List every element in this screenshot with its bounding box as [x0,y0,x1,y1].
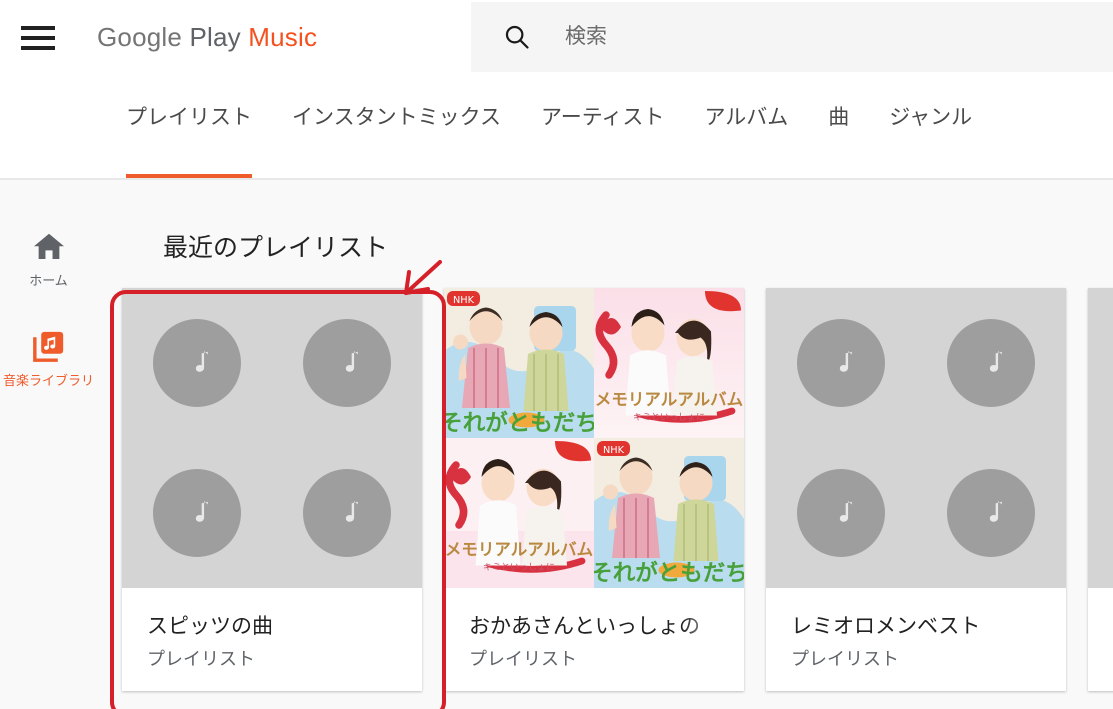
left-sidebar: ホーム 音楽ライブラリ [0,180,97,709]
hamburger-bar-3 [21,45,55,50]
svg-text:キミといっしょに: キミといっしょに [633,412,705,423]
sidebar-item-home[interactable]: ホーム [0,227,97,290]
tab-artists[interactable]: アーティスト [541,75,664,178]
svg-text:キミといっしょに: キミといっしょに [483,562,555,573]
playlist-title: スピッツの曲 [147,615,273,638]
hamburger-menu-icon[interactable] [21,25,55,50]
sidebar-item-label: 音楽ライブラリ [2,373,94,388]
tab-label: アルバム [704,105,789,129]
section-heading: 最近のプレイリスト [163,234,389,262]
svg-text:NHK: NHK [603,445,625,456]
tab-label: アーティスト [540,105,665,129]
sidebar-item-music-library[interactable]: 音楽ライブラリ [0,327,97,390]
music-note-icon [303,469,391,557]
album-cover-sorega-tomodachi: NHK それがともだち [594,438,744,588]
tab-songs[interactable]: 曲 [828,75,849,178]
album-cover-sorega-tomodachi: NHK それがともだち [444,288,594,438]
playlist-card-meta: おかあさんといっしょの プレイリスト [444,588,744,691]
music-library-icon [0,327,97,365]
playlist-artwork-placeholder [122,288,422,588]
playlist-carousel: 最近のプレイリスト スピッツの曲 プレイリスト NHK それがともだち メモリア… [97,180,1113,709]
music-note-icon [153,319,241,407]
tab-label: プレイリスト [126,105,252,129]
music-note-icon [797,469,885,557]
playlist-card[interactable]: NHK それがともだち メモリアルアルバム キミといっしょに メモリアルアルバム… [444,288,744,691]
playlist-card-meta: レミオロメンベスト プレイリスト [766,588,1066,691]
search-input[interactable] [563,24,1067,50]
svg-text:それがともだち: それがともだち [444,410,594,437]
tab-genres[interactable]: ジャンル [889,75,972,178]
svg-text:メモリアルアルバム: メモリアルアルバム [595,390,743,409]
app-header: Google Play Music [0,0,1113,75]
svg-text:それがともだち: それがともだち [594,560,744,587]
playlist-card[interactable]: レミオロメンベスト プレイリスト [766,288,1066,691]
album-cover-memorial-album: メモリアルアルバム キミといっしょに [594,288,744,438]
nav-tabs: プレイリスト インスタントミックス アーティスト アルバム 曲 ジャンル [126,75,972,178]
tab-instant-mixes[interactable]: インスタントミックス [292,75,501,178]
home-icon [0,227,97,265]
hamburger-bar-2 [21,35,55,40]
playlist-subtitle: プレイリスト [469,649,577,669]
music-note-icon [303,319,391,407]
svg-text:メモリアルアルバム: メモリアルアルバム [445,540,593,559]
album-cover-memorial-album: メモリアルアルバム キミといっしょに [444,438,594,588]
playlist-card-meta: スピッツの曲 プレイリスト [122,588,422,691]
logo-play: Play [182,22,249,52]
tab-playlists[interactable]: プレイリスト [126,75,252,178]
playlist-card[interactable]: スピッツの曲 プレイリスト [122,288,422,691]
playlist-subtitle: プレイリスト [791,649,899,669]
logo-google: Google [97,22,183,52]
main-content: ホーム 音楽ライブラリ 最近のプレイリスト スピッツの曲 プレイリスト NHK … [0,180,1113,709]
logo-music: Music [248,22,318,52]
search-icon[interactable] [503,23,531,51]
playlist-subtitle: プレイリスト [147,649,255,669]
music-note-icon [153,469,241,557]
playlist-artwork-placeholder [1088,288,1113,588]
playlist-title: おかあさんといっしょの [469,615,700,638]
playlist-card-meta [1088,588,1113,691]
playlist-card[interactable] [1088,288,1113,691]
music-note-icon [797,319,885,407]
music-note-icon [947,319,1035,407]
tab-label: インスタントミックス [292,105,501,129]
music-note-icon [947,469,1035,557]
playlist-artwork-placeholder [766,288,1066,588]
playlist-artwork-covers: NHK それがともだち メモリアルアルバム キミといっしょに メモリアルアルバム… [444,288,744,588]
svg-text:NHK: NHK [453,295,475,306]
search-bar[interactable] [471,2,1113,72]
playlist-title: レミオロメンベスト [791,615,981,638]
playlist-card-row: スピッツの曲 プレイリスト NHK それがともだち メモリアルアルバム キミとい… [122,288,1113,691]
hamburger-bar-1 [21,25,55,30]
tab-albums[interactable]: アルバム [704,75,788,178]
tab-label: 曲 [828,105,850,129]
app-logo[interactable]: Google Play Music [97,22,317,53]
sidebar-item-label: ホーム [29,273,68,288]
tab-label: ジャンル [889,105,973,129]
nav-tab-bar: プレイリスト インスタントミックス アーティスト アルバム 曲 ジャンル [0,75,1113,180]
